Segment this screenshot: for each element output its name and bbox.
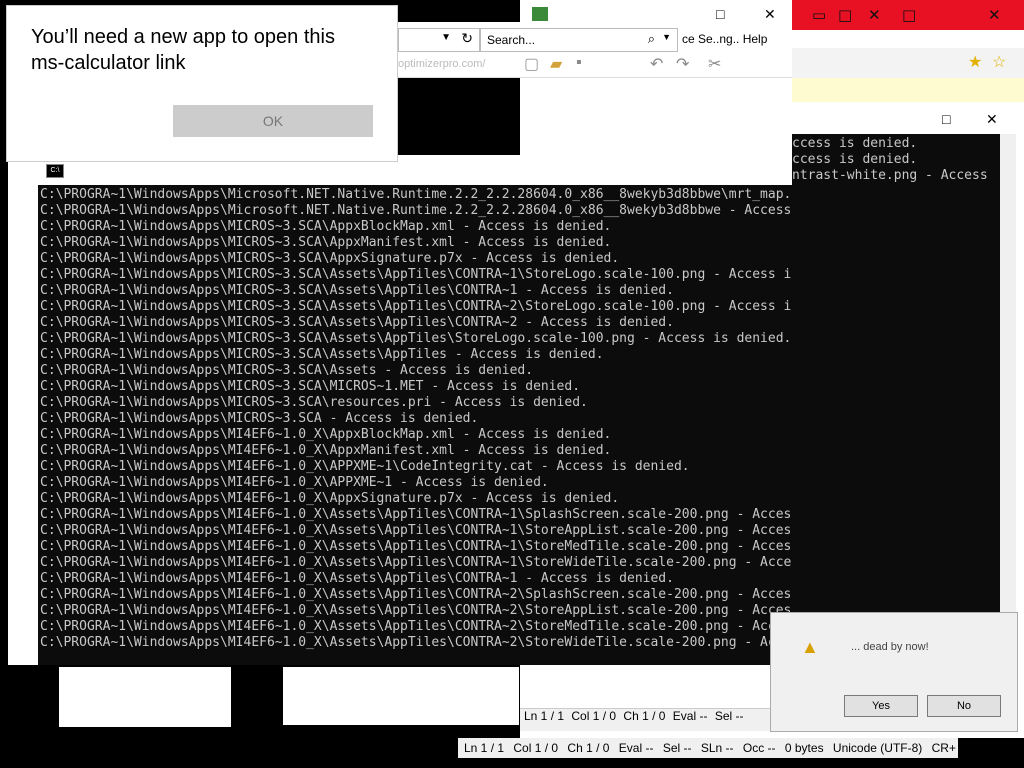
red-titlebar: ▭ □ ✕ □ ✕	[792, 0, 1024, 30]
close-icon[interactable]: ✕	[764, 6, 776, 23]
save-icon[interactable]: ▪	[576, 54, 582, 72]
close-icon[interactable]: ✕	[868, 6, 881, 24]
status-item: CR+	[931, 741, 956, 755]
confirm-message: ... dead by now!	[851, 641, 929, 653]
toolbar: ★ ☆	[792, 48, 1024, 79]
status-item: Unicode (UTF-8)	[832, 741, 923, 755]
console-window-2: □ ✕ ccess is denied. ccess is denied. ntra…	[792, 106, 1008, 670]
scrollbar[interactable]	[1000, 134, 1016, 664]
status-sel: Sel --	[714, 709, 744, 723]
app-icon	[532, 7, 548, 21]
chevron-down-icon[interactable]: ▼	[662, 32, 671, 42]
status-col: Col 1 / 0	[571, 709, 617, 723]
new-icon[interactable]: ▢	[524, 54, 539, 74]
restore-icon[interactable]: □	[838, 6, 852, 24]
status-item: Sel --	[662, 741, 692, 755]
status-eval: Eval --	[672, 709, 708, 723]
redo-icon[interactable]: ↷	[676, 54, 689, 74]
close-icon[interactable]: ✕	[986, 111, 998, 128]
cut-icon[interactable]: ✂	[708, 54, 721, 74]
status-bar-2: Ln 1 / 1 Col 1 / 0 Ch 1 / 0 Eval -- Sel …	[458, 738, 958, 758]
close-icon[interactable]: ✕	[988, 6, 1001, 24]
console-line: ccess is denied.	[792, 136, 918, 151]
search-icon[interactable]: ⌕	[648, 31, 655, 47]
blank-panel	[282, 666, 520, 726]
open-folder-icon[interactable]: ▰	[550, 54, 562, 74]
refresh-icon[interactable]: ↻	[461, 30, 473, 47]
yes-button[interactable]: Yes	[844, 695, 918, 717]
status-item: Ln 1 / 1	[464, 741, 505, 755]
console-titlebar-2: □ ✕	[792, 106, 1008, 134]
status-item: Ch 1 / 0	[567, 741, 610, 755]
star-icon[interactable]: ★	[968, 52, 982, 72]
restore-icon[interactable]: □	[902, 6, 916, 24]
console-line: ntrast-white.png - Access	[792, 168, 988, 183]
status-ch: Ch 1 / 0	[623, 709, 666, 723]
dialog-message-line1: You’ll need a new app to open this	[31, 26, 335, 48]
console-line: ccess is denied.	[792, 152, 918, 167]
chevron-down-icon[interactable]: ▼	[441, 32, 451, 43]
confirm-dialog: ▲ ... dead by now! Yes No	[770, 612, 1018, 732]
status-ln: Ln 1 / 1	[524, 709, 565, 723]
app-needed-dialog: You’ll need a new app to open this ms-ca…	[6, 5, 398, 162]
dialog-message: You’ll need a new app to open this ms-ca…	[31, 24, 361, 76]
restore-icon[interactable]: □	[716, 6, 724, 22]
console-output-2: ccess is denied. ccess is denied. ntrast-w…	[792, 136, 988, 184]
blank-panel	[58, 666, 232, 728]
minimize-icon[interactable]: ▭	[812, 6, 826, 24]
no-button[interactable]: No	[927, 695, 1001, 717]
search-input[interactable]: Search... ⌕ ▼	[480, 28, 678, 52]
status-item: 0 bytes	[784, 741, 824, 755]
dialog-message-line2: ms-calculator link	[31, 52, 186, 74]
star-icon[interactable]: ☆	[992, 52, 1006, 72]
undo-icon[interactable]: ↶	[650, 54, 663, 74]
search-placeholder: Search...	[487, 33, 536, 47]
status-item: Col 1 / 0	[513, 741, 559, 755]
status-item: Occ --	[742, 741, 776, 755]
info-bar	[792, 78, 1024, 102]
status-item: Eval --	[618, 741, 654, 755]
toolbar: ▢ ▰ ▪ ↶ ↷ ✂	[524, 54, 784, 74]
status-bar: Ln 1 / 1 Col 1 / 0 Ch 1 / 0 Eval -- Sel …	[520, 708, 792, 731]
warning-icon: ▲	[801, 637, 819, 657]
restore-icon[interactable]: □	[942, 111, 950, 127]
status-item: SLn --	[700, 741, 734, 755]
address-bar[interactable]: ▼ ↻	[398, 28, 480, 52]
ok-button[interactable]: OK	[173, 105, 373, 137]
url-text: optimizerpro.com/	[398, 58, 486, 70]
menu-fragment[interactable]: ce Se..ng.. Help	[682, 32, 767, 46]
console-icon: C:\	[46, 164, 64, 178]
browser-window: ▼ ↻ Search... ⌕ ▼ ce Se..ng.. Help optim…	[398, 22, 792, 78]
